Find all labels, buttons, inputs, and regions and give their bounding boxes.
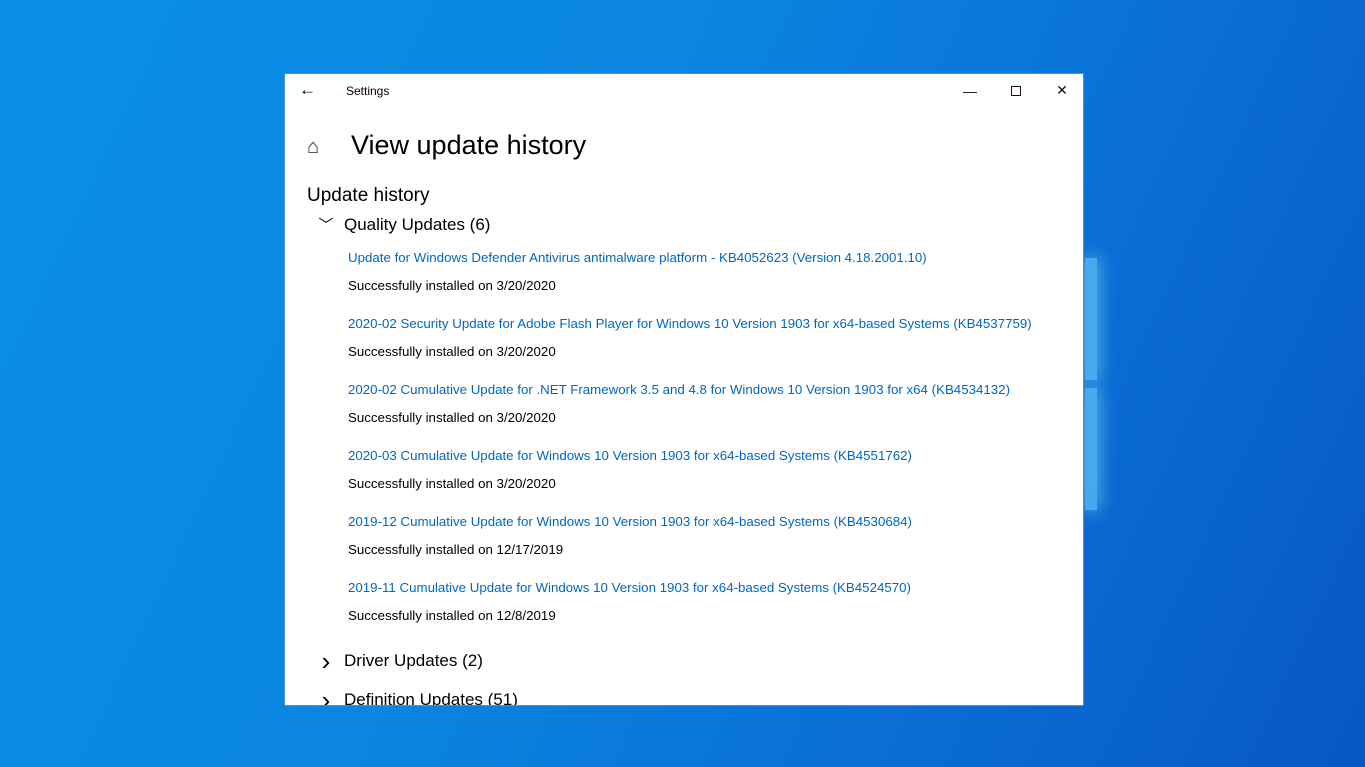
group-label: Definition Updates (51)	[344, 690, 518, 706]
section-title: Update history	[307, 185, 430, 206]
maximize-button[interactable]	[993, 74, 1039, 107]
close-button[interactable]: ✕	[1039, 74, 1083, 107]
maximize-icon	[1011, 85, 1021, 96]
list-item: 2019-11 Cumulative Update for Windows 10…	[348, 580, 911, 623]
group-definition-updates[interactable]: › Definition Updates (51)	[315, 685, 518, 706]
chevron-right-icon: ›	[321, 685, 331, 706]
windows-logo-pane	[1085, 258, 1097, 380]
update-status: Successfully installed on 12/17/2019	[348, 542, 564, 557]
back-arrow-icon[interactable]: ←	[299, 80, 316, 100]
update-link[interactable]: 2019-12 Cumulative Update for Windows 10…	[348, 514, 912, 529]
list-item: Update for Windows Defender Antivirus an…	[348, 250, 927, 293]
group-driver-updates[interactable]: › Driver Updates (2)	[315, 646, 483, 676]
update-link[interactable]: 2020-03 Cumulative Update for Windows 10…	[348, 448, 912, 463]
update-link[interactable]: 2020-02 Cumulative Update for .NET Frame…	[348, 382, 1010, 397]
group-label: Driver Updates (2)	[344, 651, 483, 670]
update-link[interactable]: 2019-11 Cumulative Update for Windows 10…	[348, 580, 911, 595]
chevron-right-icon: ›	[321, 646, 331, 676]
update-link[interactable]: Update for Windows Defender Antivirus an…	[348, 250, 927, 265]
settings-window: ← Settings — ✕ ⌂ View update history Upd…	[284, 73, 1084, 706]
list-item: 2019-12 Cumulative Update for Windows 10…	[348, 514, 912, 557]
home-icon[interactable]: ⌂	[307, 136, 319, 159]
group-quality-updates[interactable]: ﹀ Quality Updates (6)	[315, 214, 490, 235]
update-status: Successfully installed on 3/20/2020	[348, 410, 556, 425]
page-title: View update history	[351, 130, 587, 160]
update-status: Successfully installed on 3/20/2020	[348, 476, 556, 491]
update-link[interactable]: 2020-02 Security Update for Adobe Flash …	[348, 316, 1032, 331]
list-item: 2020-02 Cumulative Update for .NET Frame…	[348, 382, 1010, 425]
chevron-down-icon: ﹀	[318, 217, 334, 234]
update-status: Successfully installed on 12/8/2019	[348, 608, 556, 623]
list-item: 2020-02 Security Update for Adobe Flash …	[348, 316, 1032, 359]
group-label: Quality Updates (6)	[344, 214, 491, 234]
windows-logo-pane	[1085, 388, 1097, 510]
list-item: 2020-03 Cumulative Update for Windows 10…	[348, 448, 912, 491]
update-status: Successfully installed on 3/20/2020	[348, 278, 556, 293]
minimize-button[interactable]: —	[947, 74, 993, 107]
update-status: Successfully installed on 3/20/2020	[348, 344, 556, 359]
window-title: Settings	[346, 84, 390, 98]
title-bar: ← Settings — ✕	[285, 74, 1083, 107]
